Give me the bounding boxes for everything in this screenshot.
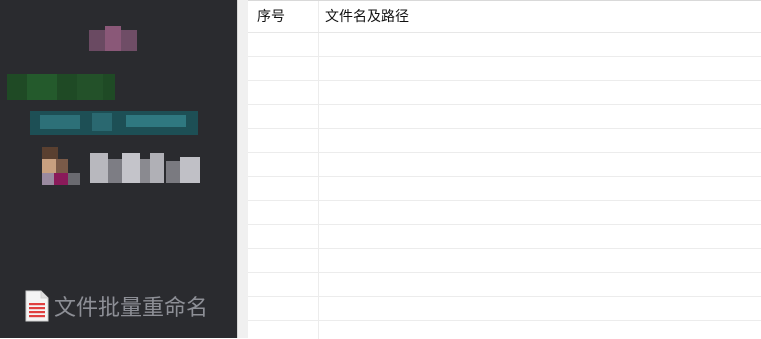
empty-row (248, 105, 761, 129)
file-list[interactable]: 序号 文件名及路径 (248, 0, 761, 339)
obscured-user-info (42, 147, 200, 185)
list-header: 序号 文件名及路径 (248, 1, 761, 33)
sidebar-panel: 文件批量重命名 (0, 0, 237, 338)
column-header-filename[interactable]: 文件名及路径 (325, 1, 409, 32)
app-title-text: 文件批量重命名 (54, 296, 209, 321)
empty-row (248, 225, 761, 249)
column-header-index[interactable]: 序号 (257, 1, 285, 32)
empty-row (248, 249, 761, 273)
empty-row (248, 57, 761, 81)
empty-row (248, 33, 761, 57)
document-icon (25, 290, 49, 322)
obscured-text-line-2 (30, 111, 198, 135)
empty-row (248, 273, 761, 297)
empty-row (248, 177, 761, 201)
app-title: 文件批量重命名 (24, 286, 208, 326)
empty-row (248, 201, 761, 225)
empty-row (248, 153, 761, 177)
obscured-logo (89, 26, 137, 51)
empty-row (248, 129, 761, 153)
obscured-text-line-1 (7, 74, 115, 100)
empty-row (248, 297, 761, 321)
splitter[interactable] (237, 0, 248, 338)
empty-row (248, 81, 761, 105)
